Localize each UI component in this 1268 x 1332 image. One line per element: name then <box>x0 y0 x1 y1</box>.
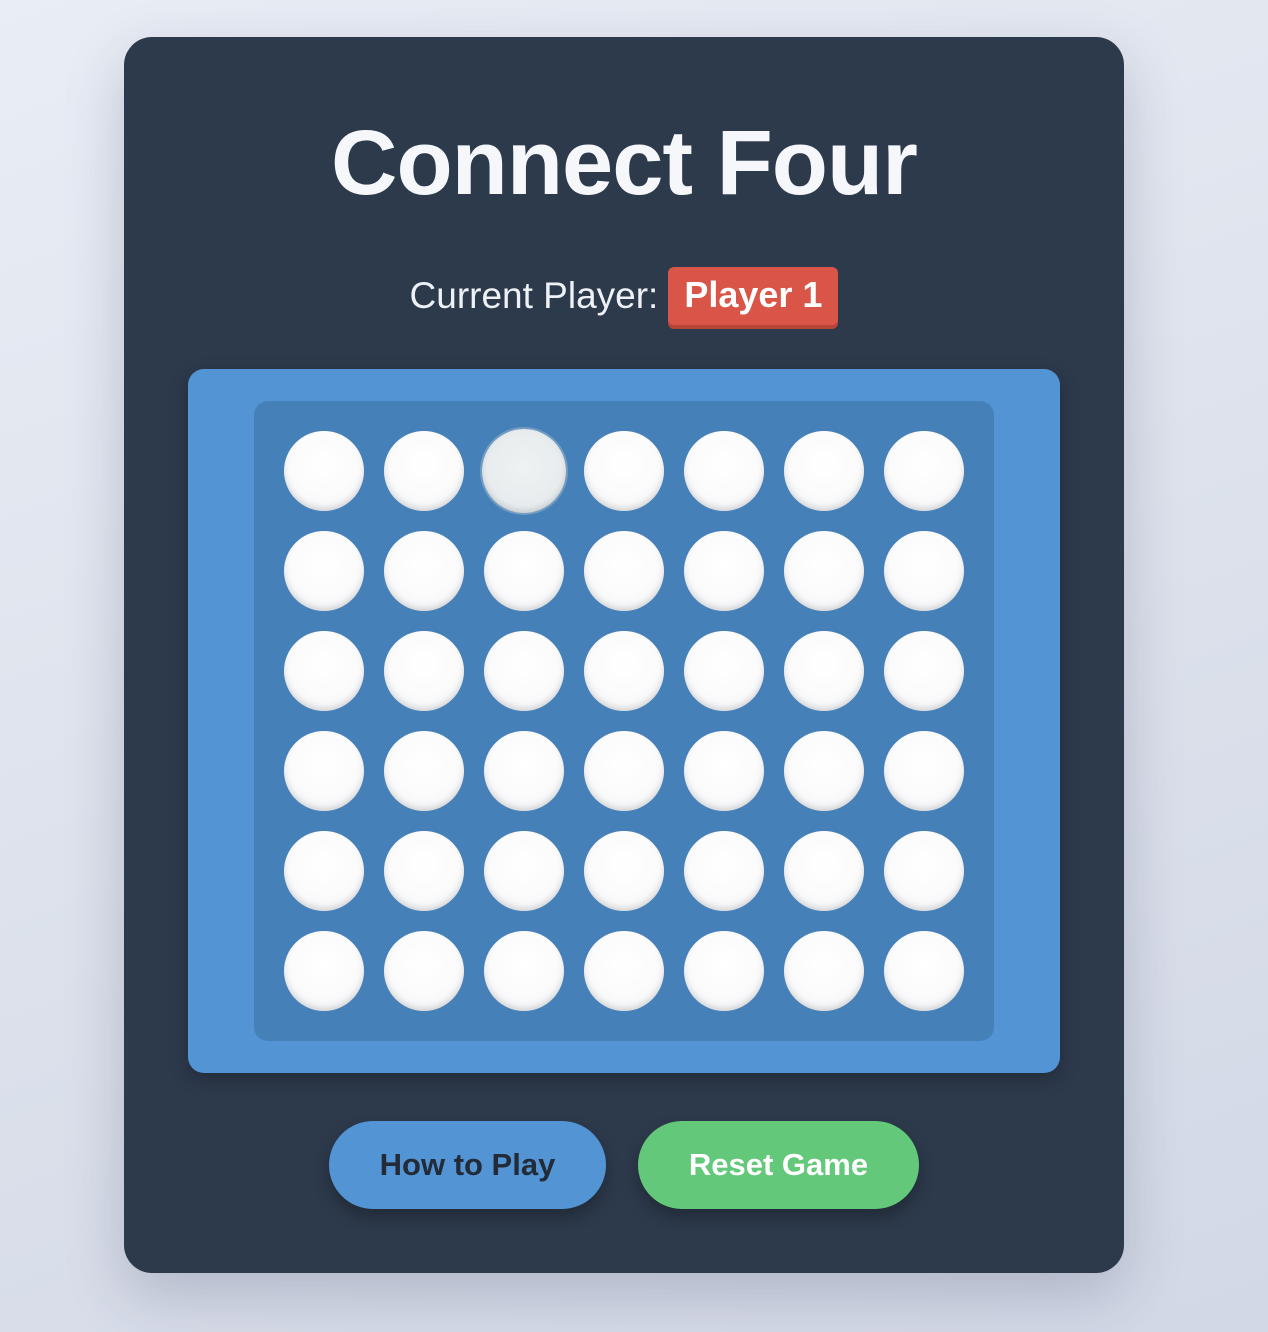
board-cell[interactable] <box>584 931 664 1011</box>
board-cell[interactable] <box>284 631 364 711</box>
board-cell[interactable] <box>384 531 464 611</box>
board-cell[interactable] <box>884 731 964 811</box>
board-cell[interactable] <box>884 831 964 911</box>
status-label: Current Player: <box>409 275 659 316</box>
board-cell[interactable] <box>384 831 464 911</box>
board-cell[interactable] <box>384 631 464 711</box>
board-cell[interactable] <box>884 931 964 1011</box>
board-cell[interactable] <box>684 931 764 1011</box>
board-cell[interactable] <box>384 731 464 811</box>
how-to-play-button[interactable]: How to Play <box>329 1121 606 1209</box>
board-cell[interactable] <box>284 731 364 811</box>
board-cell[interactable] <box>484 931 564 1011</box>
game-board-frame <box>188 369 1060 1073</box>
board-grid <box>284 429 964 1011</box>
board-cell[interactable] <box>784 631 864 711</box>
board-cell[interactable] <box>784 731 864 811</box>
board-cell[interactable] <box>584 731 664 811</box>
board-cell[interactable] <box>784 931 864 1011</box>
page-title: Connect Four <box>331 112 918 214</box>
board-cell[interactable] <box>684 431 764 511</box>
board-cell[interactable] <box>584 431 664 511</box>
controls: How to Play Reset Game <box>124 1121 1124 1209</box>
game-board <box>254 401 994 1041</box>
board-cell[interactable] <box>484 631 564 711</box>
board-cell[interactable] <box>884 431 964 511</box>
board-cell[interactable] <box>684 531 764 611</box>
board-cell[interactable] <box>584 531 664 611</box>
board-cell[interactable] <box>884 531 964 611</box>
board-cell[interactable] <box>284 431 364 511</box>
board-cell[interactable] <box>384 431 464 511</box>
board-cell[interactable] <box>484 831 564 911</box>
board-cell[interactable] <box>484 731 564 811</box>
board-cell[interactable] <box>284 831 364 911</box>
reset-game-button[interactable]: Reset Game <box>638 1121 919 1209</box>
current-player-badge: Player 1 <box>668 267 839 325</box>
board-cell[interactable] <box>784 431 864 511</box>
board-cell[interactable] <box>684 831 764 911</box>
game-card: Connect Four Current Player: Player 1 Ho… <box>124 37 1124 1273</box>
board-cell[interactable] <box>482 429 566 513</box>
board-cell[interactable] <box>484 531 564 611</box>
board-cell[interactable] <box>584 831 664 911</box>
board-cell[interactable] <box>884 631 964 711</box>
board-cell[interactable] <box>284 531 364 611</box>
board-cell[interactable] <box>684 631 764 711</box>
board-cell[interactable] <box>584 631 664 711</box>
board-cell[interactable] <box>784 531 864 611</box>
board-cell[interactable] <box>284 931 364 1011</box>
board-cell[interactable] <box>684 731 764 811</box>
board-cell[interactable] <box>784 831 864 911</box>
player-status: Current Player: Player 1 <box>124 266 1124 326</box>
board-cell[interactable] <box>384 931 464 1011</box>
